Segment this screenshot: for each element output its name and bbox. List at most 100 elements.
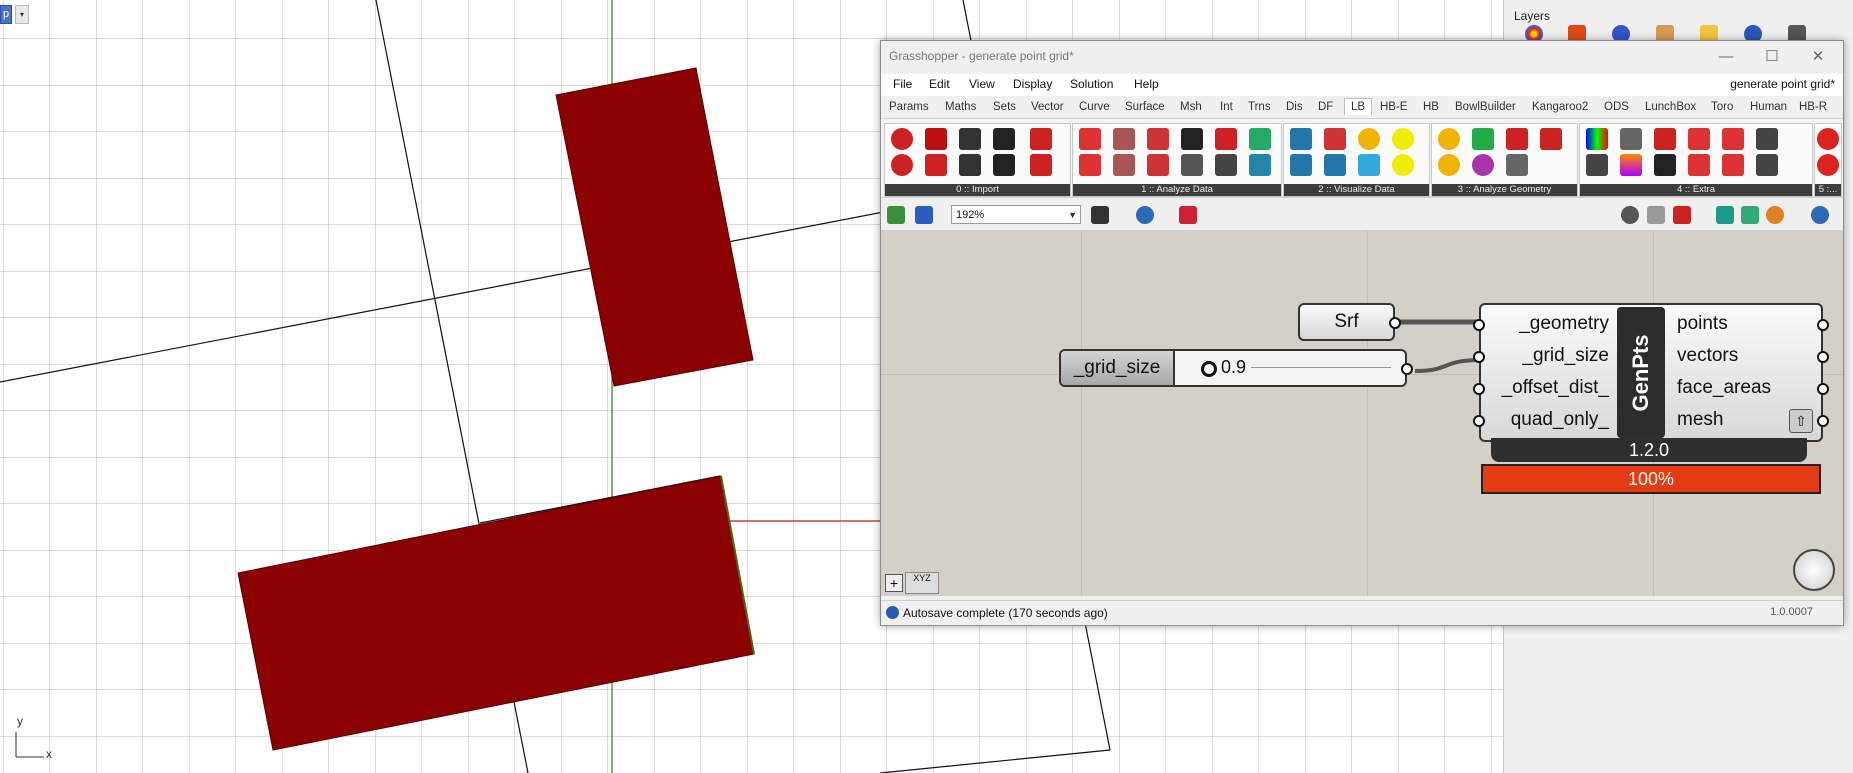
cf-icon[interactable] (1722, 128, 1744, 150)
tab-sets[interactable]: Sets (993, 101, 1016, 113)
ny-arrow-icon[interactable] (925, 154, 947, 176)
split-icon[interactable] (1147, 128, 1169, 150)
sky-icon[interactable] (1290, 128, 1312, 150)
stat-icon[interactable] (993, 154, 1015, 176)
sphere-icon[interactable] (1766, 206, 1784, 224)
sunpath-icon[interactable] (1358, 128, 1380, 150)
c-plus-icon[interactable] (1079, 154, 1101, 176)
legend-icon[interactable] (1620, 154, 1642, 176)
input-port-offset-dist[interactable] (1473, 383, 1485, 395)
tab-lb[interactable]: LB (1344, 98, 1373, 115)
tab-int[interactable]: Int (1220, 101, 1233, 113)
preview-eye-icon[interactable] (1136, 206, 1154, 224)
mesh-preview-icon[interactable] (1716, 206, 1734, 224)
compass-icon[interactable] (1392, 128, 1414, 150)
preview-off-icon[interactable] (1621, 206, 1639, 224)
tab-ods[interactable]: ODS (1604, 101, 1629, 113)
zoom-select[interactable]: 192% ▼ (951, 205, 1081, 224)
output-port-points[interactable] (1817, 319, 1829, 331)
tab-bowlbuilder[interactable]: BowlBuilder (1455, 101, 1516, 113)
psychrometric-icon[interactable] (1324, 128, 1346, 150)
water-icon[interactable] (1249, 154, 1271, 176)
wind-rose-icon[interactable] (1358, 154, 1380, 176)
shade-icon[interactable] (1506, 154, 1528, 176)
sun-hours-icon[interactable] (1438, 154, 1460, 176)
ab-icon[interactable] (1079, 128, 1101, 150)
human-icon[interactable] (1506, 128, 1528, 150)
tab-toro[interactable]: Toro (1711, 101, 1733, 113)
open-file-icon[interactable] (887, 206, 905, 224)
menu-view[interactable]: View (969, 77, 995, 91)
tab-hb[interactable]: HB (1423, 101, 1439, 113)
ny-icon[interactable] (959, 128, 981, 150)
tab-df[interactable]: DF (1318, 101, 1333, 113)
menu-edit[interactable]: Edit (929, 77, 950, 91)
camera-icon[interactable] (1654, 128, 1676, 150)
zoom-extents-icon[interactable] (1091, 206, 1109, 224)
gradient-icon[interactable] (1586, 128, 1608, 150)
input-port-quad-only[interactable] (1473, 415, 1485, 427)
tab-kangaroo2[interactable]: Kangaroo2 (1532, 101, 1588, 113)
genpts-component[interactable]: GenPts _geometry _grid_size _offset_dist… (1473, 303, 1829, 442)
menu-display[interactable]: Display (1013, 77, 1052, 91)
add-icon[interactable]: + (885, 574, 903, 592)
tab-hb-r[interactable]: HB-R (1799, 101, 1827, 113)
render-icon[interactable] (1811, 206, 1829, 224)
capture-icon[interactable] (1654, 154, 1676, 176)
ny-x-icon[interactable] (959, 154, 981, 176)
dmh-icon[interactable] (1215, 154, 1237, 176)
tab-vector[interactable]: Vector (1031, 101, 1064, 113)
tab-human[interactable]: Human (1750, 101, 1787, 113)
search-icon[interactable] (891, 154, 913, 176)
output-port-mesh[interactable] (1817, 415, 1829, 427)
output-port-face-areas[interactable] (1817, 383, 1829, 395)
menu-solution[interactable]: Solution (1070, 77, 1113, 91)
record-icon[interactable] (1817, 128, 1839, 150)
tab-curve[interactable]: Curve (1079, 101, 1110, 113)
ba-icon[interactable] (1113, 154, 1135, 176)
minimize-button[interactable]: — (1705, 45, 1747, 69)
line-chart-icon[interactable] (1324, 154, 1346, 176)
input-port-geometry[interactable] (1473, 319, 1485, 331)
tab-hb-e[interactable]: HB-E (1380, 101, 1407, 113)
dy-icon[interactable] (1147, 154, 1169, 176)
ab-sort-icon[interactable] (1113, 128, 1135, 150)
viewport-name-label[interactable]: p (0, 5, 13, 24)
tab-params[interactable]: Params (889, 101, 929, 113)
epw-icon[interactable] (891, 128, 913, 150)
maximize-button[interactable]: ☐ (1751, 45, 1793, 69)
record-alt-icon[interactable] (1817, 154, 1839, 176)
sky-mask-icon[interactable] (1540, 128, 1562, 150)
tab-lunchbox[interactable]: LunchBox (1645, 101, 1696, 113)
tab-maths[interactable]: Maths (945, 101, 976, 113)
calc-icon[interactable] (1215, 128, 1237, 150)
selected-preview-icon[interactable] (1741, 206, 1759, 224)
binary-icon[interactable] (1181, 128, 1203, 150)
si-ip-convert-icon[interactable] (1688, 154, 1710, 176)
output-port-vectors[interactable] (1817, 351, 1829, 363)
viewport-menu-dropdown[interactable]: ▾ (15, 5, 29, 24)
input-port-grid-size[interactable] (1473, 351, 1485, 363)
tab-surface[interactable]: Surface (1125, 101, 1165, 113)
bar-chart-icon[interactable] (1290, 154, 1312, 176)
menu-help[interactable]: Help (1134, 77, 1159, 91)
grasshopper-canvas[interactable]: Srf _grid_size 0.9 GenPts _geometry _gri… (881, 231, 1843, 596)
thermo-icon[interactable] (1249, 128, 1271, 150)
cf-convert-icon[interactable] (1722, 154, 1744, 176)
view-analysis-icon[interactable] (1472, 128, 1494, 150)
download-icon[interactable] (1030, 128, 1052, 150)
filter-icon[interactable] (1181, 154, 1203, 176)
tab-dis[interactable]: Dis (1286, 101, 1303, 113)
people-icon[interactable] (1756, 154, 1778, 176)
save-file-icon[interactable] (915, 206, 933, 224)
eye-icon[interactable] (1472, 154, 1494, 176)
ddy-icon[interactable] (993, 128, 1015, 150)
si-ip-icon[interactable] (1688, 128, 1710, 150)
close-button[interactable]: ✕ (1797, 45, 1839, 69)
dots-icon[interactable] (1586, 154, 1608, 176)
wireframe-icon[interactable] (1647, 206, 1665, 224)
srf-param[interactable]: Srf (1298, 303, 1401, 341)
import-epw-icon[interactable] (925, 128, 947, 150)
person-icon[interactable] (1756, 128, 1778, 150)
navigation-compass-icon[interactable] (1793, 549, 1835, 591)
